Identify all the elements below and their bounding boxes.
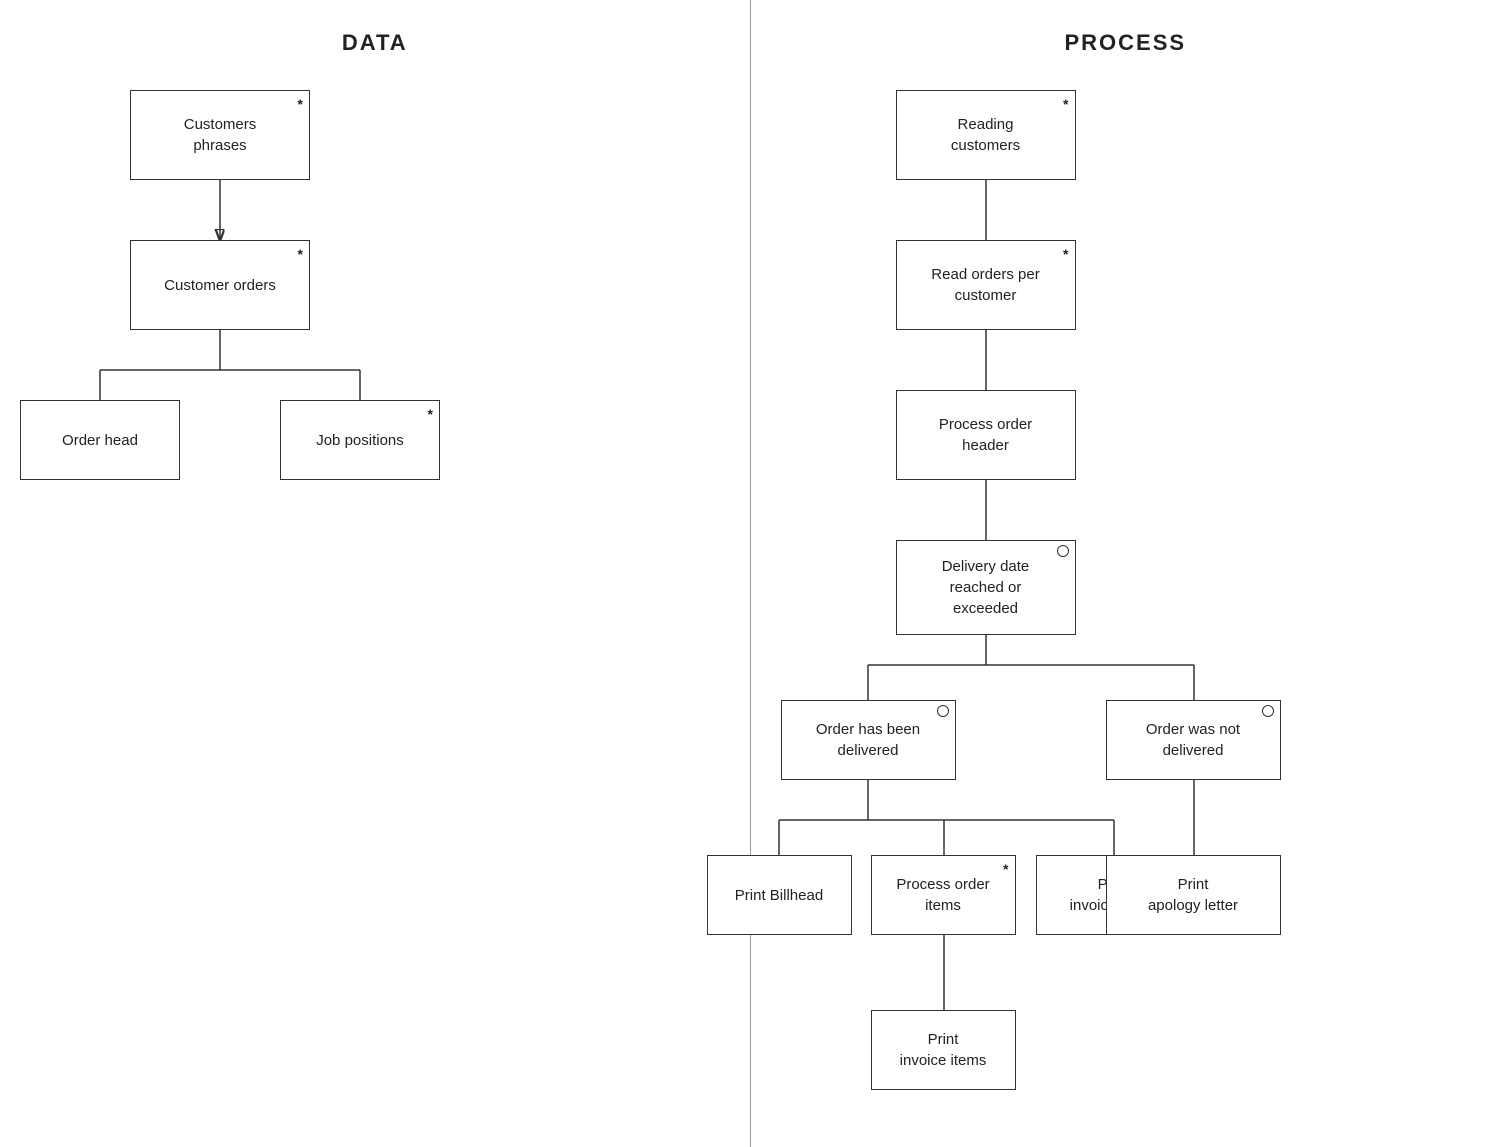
delivery-date-box: Delivery datereached orexceeded — [896, 540, 1076, 635]
print-billhead-label: Print Billhead — [735, 885, 823, 906]
print-billhead-box: Print Billhead — [707, 855, 852, 935]
order-head-box: Order head — [20, 400, 180, 480]
read-orders-per-customer-box: Read orders percustomer * — [896, 240, 1076, 330]
process-title: PROCESS — [751, 0, 1500, 56]
reading-customers-label: Readingcustomers — [951, 114, 1020, 156]
process-order-items-box: Process orderitems * — [871, 855, 1016, 935]
order-not-delivered-label: Order was notdelivered — [1146, 719, 1240, 761]
customer-orders-asterisk: * — [298, 245, 303, 265]
order-not-delivered-circle — [1262, 705, 1274, 717]
process-order-header-box: Process orderheader — [896, 390, 1076, 480]
delivery-date-circle — [1057, 545, 1069, 557]
order-head-label: Order head — [62, 430, 138, 451]
reading-customers-box: Readingcustomers * — [896, 90, 1076, 180]
process-order-items-label: Process orderitems — [896, 874, 989, 916]
data-connectors — [0, 0, 750, 1147]
job-positions-asterisk: * — [428, 405, 433, 425]
data-title: DATA — [0, 0, 750, 56]
diagram-container: DATA Customersphrases * Cus — [0, 0, 1500, 1147]
customer-orders-box: Customer orders * — [130, 240, 310, 330]
process-panel: PROCESS — [751, 0, 1500, 1147]
customers-phrases-label: Customersphrases — [184, 114, 257, 156]
process-order-header-label: Process orderheader — [939, 414, 1032, 456]
data-panel: DATA Customersphrases * Cus — [0, 0, 751, 1147]
read-orders-per-customer-asterisk: * — [1063, 245, 1068, 265]
print-invoice-items-label: Printinvoice items — [900, 1029, 987, 1071]
print-invoice-items-box: Printinvoice items — [871, 1010, 1016, 1090]
order-delivered-circle — [937, 705, 949, 717]
customers-phrases-asterisk: * — [298, 95, 303, 115]
process-connectors — [751, 0, 1500, 1147]
print-apology-letter-label: Printapology letter — [1148, 874, 1238, 916]
customers-phrases-box: Customersphrases * — [130, 90, 310, 180]
job-positions-box: Job positions * — [280, 400, 440, 480]
order-delivered-box: Order has beendelivered — [781, 700, 956, 780]
delivery-date-label: Delivery datereached orexceeded — [942, 556, 1030, 619]
customer-orders-label: Customer orders — [164, 275, 276, 296]
order-not-delivered-box: Order was notdelivered — [1106, 700, 1281, 780]
print-apology-letter-box: Printapology letter — [1106, 855, 1281, 935]
read-orders-per-customer-label: Read orders percustomer — [931, 264, 1039, 306]
job-positions-label: Job positions — [316, 430, 404, 451]
reading-customers-asterisk: * — [1063, 95, 1068, 115]
process-order-items-asterisk: * — [1003, 860, 1008, 880]
order-delivered-label: Order has beendelivered — [816, 719, 920, 761]
